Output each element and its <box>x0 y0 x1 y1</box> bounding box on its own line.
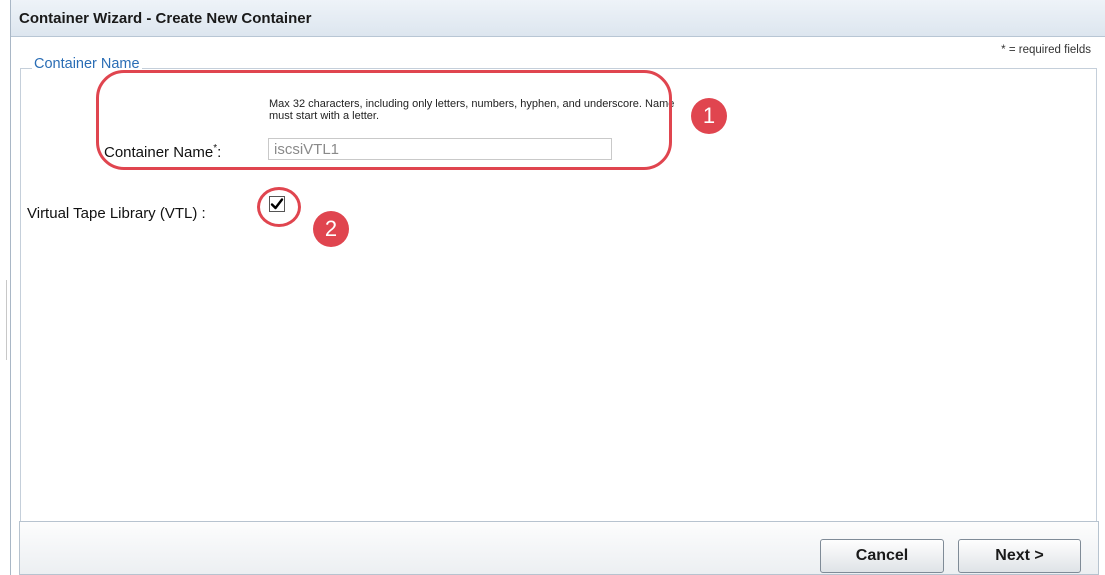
container-name-fieldset <box>20 68 1097 521</box>
container-name-input[interactable] <box>268 138 612 160</box>
checkmark-icon <box>270 198 284 210</box>
callout-badge-1: 1 <box>691 98 727 134</box>
required-fields-note: * = required fields <box>1001 44 1091 56</box>
callout-badge-2: 2 <box>313 211 349 247</box>
background-edge <box>0 0 10 575</box>
container-name-hint: Max 32 characters, including only letter… <box>269 98 675 122</box>
vtl-label: Virtual Tape Library (VTL) : <box>27 205 206 222</box>
next-button[interactable]: Next > <box>958 539 1081 573</box>
wizard-window: Container Wizard - Create New Container … <box>10 0 1105 575</box>
wizard-footer: Cancel Next > <box>19 521 1099 575</box>
window-title: Container Wizard - Create New Container <box>19 10 312 27</box>
vtl-checkbox[interactable] <box>269 196 285 212</box>
container-name-label-text: Container Name <box>104 144 214 161</box>
container-name-label: Container Name*: <box>104 143 221 161</box>
label-colon: : <box>217 144 222 161</box>
section-legend: Container Name <box>32 56 142 72</box>
cancel-button[interactable]: Cancel <box>820 539 944 573</box>
edge-divider <box>6 280 7 360</box>
title-bar: Container Wizard - Create New Container <box>11 0 1105 37</box>
